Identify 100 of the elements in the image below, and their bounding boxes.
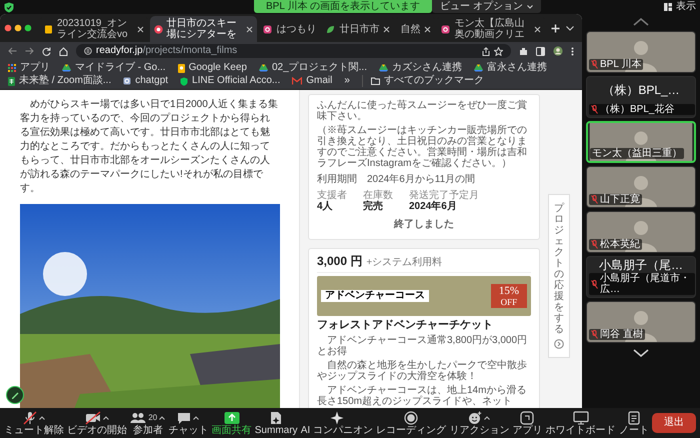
toolbar-button[interactable]: Summary xyxy=(254,410,298,436)
stat-value: 2024年6月 xyxy=(409,201,458,213)
stat-value: 完売 xyxy=(363,201,384,213)
caret-icon[interactable] xyxy=(103,416,110,420)
participant-name: BPL 川本 xyxy=(600,59,642,70)
reward-price: 3,000 円 xyxy=(317,254,362,268)
triangle-logo-icon xyxy=(378,64,388,72)
browser-tab[interactable]: 廿日市のスキー場にシアターを xyxy=(150,16,258,42)
close-icon[interactable] xyxy=(383,26,390,32)
grid-view-icon xyxy=(664,3,672,11)
reload-icon[interactable] xyxy=(42,46,51,56)
camera-icon xyxy=(263,24,272,34)
close-icon[interactable] xyxy=(136,26,144,32)
reward-description: アドベンチャーコースは、地上14mから滑る長さ150m超えのジップスライドや、ネット xyxy=(317,385,528,407)
sharing-banner: BPL 川本 の画面を表示しています xyxy=(254,0,432,13)
bookmark-label: chatgpt xyxy=(135,75,168,87)
participant-display-name: （株）BPL_… xyxy=(601,82,681,99)
forward-icon[interactable] xyxy=(25,47,34,55)
stat-value: 4人 xyxy=(317,201,334,213)
toolbar-button[interactable]: アプリ xyxy=(512,410,542,436)
record-icon xyxy=(404,410,418,424)
triangle-logo-icon xyxy=(62,64,71,72)
banner-title: アドベンチャーコース xyxy=(321,290,429,302)
document-icon xyxy=(44,24,53,34)
toolbar-button[interactable]: ミュート解除 xyxy=(4,410,64,436)
reward-description: アドベンチャーコース通常3,800円が3,000円とお得 xyxy=(317,335,528,357)
more-bookmarks-button[interactable]: » xyxy=(344,75,350,87)
toolbar-button[interactable]: AI コンパニオン xyxy=(300,410,373,436)
bookmark-star-icon[interactable] xyxy=(494,46,503,56)
tab-title: モン太【広島山奥の動画クリエ xyxy=(454,18,526,40)
toolbar-button[interactable]: 画面共有 xyxy=(212,410,252,436)
caret-icon[interactable] xyxy=(159,416,166,420)
stat-label: 在庫数 xyxy=(363,190,393,201)
participant-name: 小島朋子（尾道市・広… xyxy=(600,273,691,295)
toolbar-button[interactable]: リアクション xyxy=(449,410,510,436)
profile-avatar-icon[interactable] xyxy=(553,46,563,56)
scroll-down-icon[interactable] xyxy=(633,349,649,357)
participant-name: 松本英紀 xyxy=(600,239,640,250)
participants-icon xyxy=(130,410,146,424)
toolbar-button[interactable]: レコーディング xyxy=(376,410,446,436)
bookmark-item[interactable]: Gmail xyxy=(292,75,332,87)
bookmark-label: アプリ xyxy=(20,62,50,74)
bookmark-item[interactable]: カズシさん連携 xyxy=(378,62,462,74)
tab-title: 自然 xyxy=(400,24,420,34)
annotate-button[interactable] xyxy=(6,386,24,404)
page-icon xyxy=(123,77,132,85)
usage-period: 利用期間 2024年6月から11月の間 xyxy=(317,174,476,185)
mail-icon xyxy=(292,77,302,85)
bookmark-item[interactable]: Google Keep xyxy=(178,62,247,74)
caret-icon[interactable] xyxy=(193,416,200,420)
back-icon[interactable] xyxy=(8,47,17,55)
view-button[interactable]: 表示 xyxy=(664,1,696,13)
close-icon[interactable] xyxy=(424,26,432,32)
url-text: readyfor.jp/projects/monta_films xyxy=(96,45,238,57)
lightbulb-note-icon xyxy=(178,64,185,72)
arrow-circle-icon xyxy=(554,339,564,349)
bookmark-item[interactable]: chatgpt xyxy=(123,75,168,87)
shield-logo-icon xyxy=(180,76,188,86)
bookmark-label: 富永さん連携 xyxy=(486,62,547,74)
ended-button[interactable]: 終了しました xyxy=(317,216,531,234)
tab-title: 廿日市のスキー場にシアターを xyxy=(166,18,238,40)
whiteboard-icon xyxy=(572,410,589,424)
participant-name: （株）BPL_花谷 xyxy=(600,104,674,115)
participant-name: モン太（益田三重） xyxy=(592,148,682,159)
extensions-icon[interactable] xyxy=(519,46,528,56)
home-icon[interactable] xyxy=(59,46,68,56)
chat-icon xyxy=(177,410,192,424)
view-options-button[interactable]: ビュー オプション xyxy=(432,0,541,13)
new-tab-icon[interactable] xyxy=(551,24,560,32)
more-menu-icon[interactable] xyxy=(571,46,574,56)
window-controls-icon[interactable] xyxy=(4,24,34,32)
scroll-up-icon[interactable] xyxy=(633,18,649,26)
toolbar-button[interactable]: ノート xyxy=(618,410,649,436)
toolbar-button[interactable]: ビデオの開始 xyxy=(67,410,128,436)
bookmark-item[interactable]: 富永さん連携 xyxy=(474,62,547,74)
share-screen-icon xyxy=(224,410,240,424)
caret-icon[interactable] xyxy=(39,416,45,420)
address-field[interactable]: readyfor.jp/projects/monta_films xyxy=(76,44,511,58)
toolbar-button[interactable]: チャット xyxy=(168,410,208,436)
tab-list-icon[interactable] xyxy=(566,26,574,30)
discount-percent: 15% xyxy=(498,285,519,297)
folder-icon xyxy=(370,77,380,85)
toolbar-button[interactable]: ホワイトボード xyxy=(546,410,616,436)
caret-icon[interactable] xyxy=(484,416,490,420)
participant-display-name: 小島朋子（尾… xyxy=(598,257,684,272)
share-icon[interactable] xyxy=(482,46,490,56)
all-bookmarks-button[interactable]: すべてのブックマーク xyxy=(362,75,484,87)
stat-label: 発送完了予定月 xyxy=(409,190,479,201)
discount-off: OFF xyxy=(500,297,518,307)
toolbar-button[interactable]: 20 参加者 xyxy=(130,410,166,436)
side-panel-icon[interactable] xyxy=(536,46,545,56)
close-icon[interactable] xyxy=(246,26,254,32)
bookmark-item[interactable]: アプリ xyxy=(8,62,50,74)
close-icon[interactable] xyxy=(534,26,542,32)
tab-title: 20231019_オンライン交流会vo xyxy=(57,18,129,40)
leave-button[interactable]: 退出 xyxy=(652,413,696,433)
support-project-tab[interactable]: プロジェクトの応援をする xyxy=(548,194,570,358)
reward-description: （※苺スムージーはキッチンカー販売場所での引き換えとなり、土日祝日のみの営業となりますのでご注意ください。営業時間・場所は吉和ラフレーズInstagramをご確認ください。） xyxy=(317,125,528,169)
participant-count: 20 xyxy=(148,413,158,422)
leaf-icon xyxy=(326,24,336,34)
